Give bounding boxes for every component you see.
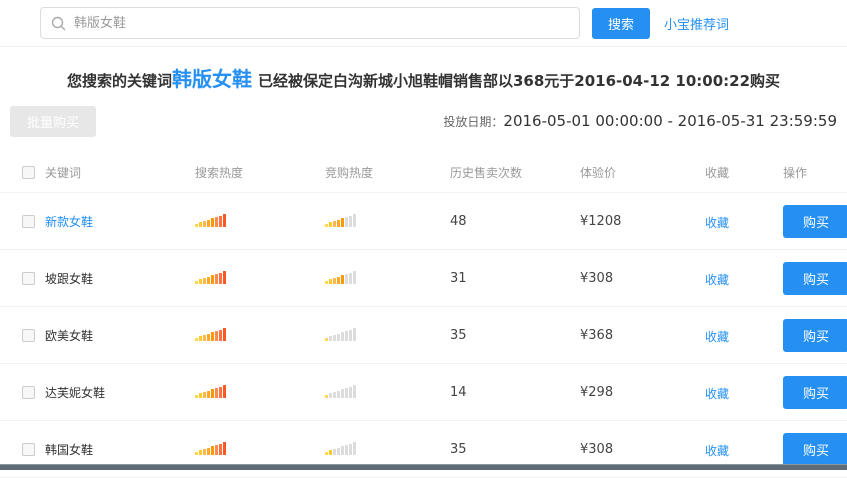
sales-count-value: 35 bbox=[450, 442, 580, 457]
bid-heat-meter bbox=[325, 327, 356, 341]
buy-button[interactable]: 购买 bbox=[783, 376, 847, 409]
search-button[interactable]: 搜索 bbox=[592, 8, 650, 39]
favorite-link[interactable]: 收藏 bbox=[705, 330, 729, 344]
search-icon bbox=[51, 16, 66, 31]
sales-count-value: 48 bbox=[450, 214, 580, 229]
row-checkbox[interactable] bbox=[22, 443, 35, 456]
sales-count-value: 14 bbox=[450, 385, 580, 400]
price-value: ¥1208 bbox=[580, 214, 705, 229]
header-price: 体验价 bbox=[580, 164, 705, 181]
favorite-link[interactable]: 收藏 bbox=[705, 444, 729, 458]
page-root: { "search": { "placeholder": "韩版女鞋", "bu… bbox=[0, 0, 847, 470]
header-favorite: 收藏 bbox=[705, 164, 783, 181]
bottom-cutoff-bar bbox=[0, 464, 847, 470]
bid-heat-meter bbox=[325, 384, 356, 398]
price-value: ¥298 bbox=[580, 385, 705, 400]
price-value: ¥308 bbox=[580, 271, 705, 286]
bid-heat-meter bbox=[325, 441, 356, 455]
header-action: 操作 bbox=[783, 164, 847, 181]
header-search-heat: 搜索热度 bbox=[195, 164, 325, 181]
sales-count-value: 31 bbox=[450, 271, 580, 286]
header-keyword-label: 关键词 bbox=[45, 164, 81, 181]
notice-keyword: 韩版女鞋 bbox=[172, 67, 252, 91]
sales-count-value: 35 bbox=[450, 328, 580, 343]
row-checkbox[interactable] bbox=[22, 386, 35, 399]
keyword-link[interactable]: 坡跟女鞋 bbox=[45, 270, 93, 287]
keyword-table: 关键词 搜索热度 竞购热度 历史售卖次数 体验价 收藏 操作 新款女鞋 48 ¥… bbox=[0, 153, 847, 478]
search-heat-meter bbox=[195, 213, 226, 227]
search-heat-meter bbox=[195, 270, 226, 284]
header-sales-count: 历史售卖次数 bbox=[450, 164, 580, 181]
buy-button[interactable]: 购买 bbox=[783, 205, 847, 238]
date-value: 2016-05-01 00:00:00 - 2016-05-31 23:59:5… bbox=[503, 112, 837, 130]
launch-date-range: 投放日期：2016-05-01 00:00:00 - 2016-05-31 23… bbox=[443, 112, 837, 130]
date-label: 投放日期： bbox=[443, 115, 503, 129]
table-row: 达芙妮女鞋 14 ¥298 收藏 购买 bbox=[0, 364, 847, 421]
bid-heat-meter bbox=[325, 213, 356, 227]
table-body: 新款女鞋 48 ¥1208 收藏 购买 坡跟女鞋 31 ¥308 收藏 购买 欧… bbox=[0, 193, 847, 478]
row-checkbox[interactable] bbox=[22, 329, 35, 342]
bid-heat-meter bbox=[325, 270, 356, 284]
search-header: 搜索 小宝推荐词 bbox=[0, 0, 847, 47]
price-value: ¥308 bbox=[580, 442, 705, 457]
keyword-link[interactable]: 达芙妮女鞋 bbox=[45, 384, 105, 401]
header-bid-heat: 竞购热度 bbox=[325, 164, 450, 181]
buy-button[interactable]: 购买 bbox=[783, 433, 847, 466]
favorite-link[interactable]: 收藏 bbox=[705, 216, 729, 230]
keyword-link[interactable]: 韩国女鞋 bbox=[45, 441, 93, 458]
select-all-checkbox[interactable] bbox=[22, 166, 35, 179]
row-checkbox[interactable] bbox=[22, 272, 35, 285]
search-input[interactable] bbox=[74, 9, 579, 37]
table-row: 坡跟女鞋 31 ¥308 收藏 购买 bbox=[0, 250, 847, 307]
table-header: 关键词 搜索热度 竞购热度 历史售卖次数 体验价 收藏 操作 bbox=[0, 153, 847, 193]
recommend-words-link[interactable]: 小宝推荐词 bbox=[664, 14, 729, 33]
toolbar: 批量购买 投放日期：2016-05-01 00:00:00 - 2016-05-… bbox=[0, 99, 847, 143]
notice-prefix: 您搜索的关键词 bbox=[67, 72, 172, 90]
search-heat-meter bbox=[195, 327, 226, 341]
search-heat-meter bbox=[195, 384, 226, 398]
favorite-link[interactable]: 收藏 bbox=[705, 273, 729, 287]
notice-suffix: 已经被保定白沟新城小旭鞋帽销售部以368元于2016-04-12 10:00:2… bbox=[258, 72, 780, 90]
header-keyword: 关键词 bbox=[0, 164, 195, 181]
purchase-notice: 您搜索的关键词韩版女鞋已经被保定白沟新城小旭鞋帽销售部以368元于2016-04… bbox=[0, 47, 847, 99]
table-row: 欧美女鞋 35 ¥368 收藏 购买 bbox=[0, 307, 847, 364]
favorite-link[interactable]: 收藏 bbox=[705, 387, 729, 401]
search-heat-meter bbox=[195, 441, 226, 455]
keyword-link[interactable]: 欧美女鞋 bbox=[45, 327, 93, 344]
keyword-link[interactable]: 新款女鞋 bbox=[45, 213, 93, 230]
table-row: 新款女鞋 48 ¥1208 收藏 购买 bbox=[0, 193, 847, 250]
buy-button[interactable]: 购买 bbox=[783, 262, 847, 295]
row-checkbox[interactable] bbox=[22, 215, 35, 228]
buy-button[interactable]: 购买 bbox=[783, 319, 847, 352]
search-box bbox=[40, 7, 580, 39]
price-value: ¥368 bbox=[580, 328, 705, 343]
bulk-buy-button[interactable]: 批量购买 bbox=[10, 106, 96, 137]
